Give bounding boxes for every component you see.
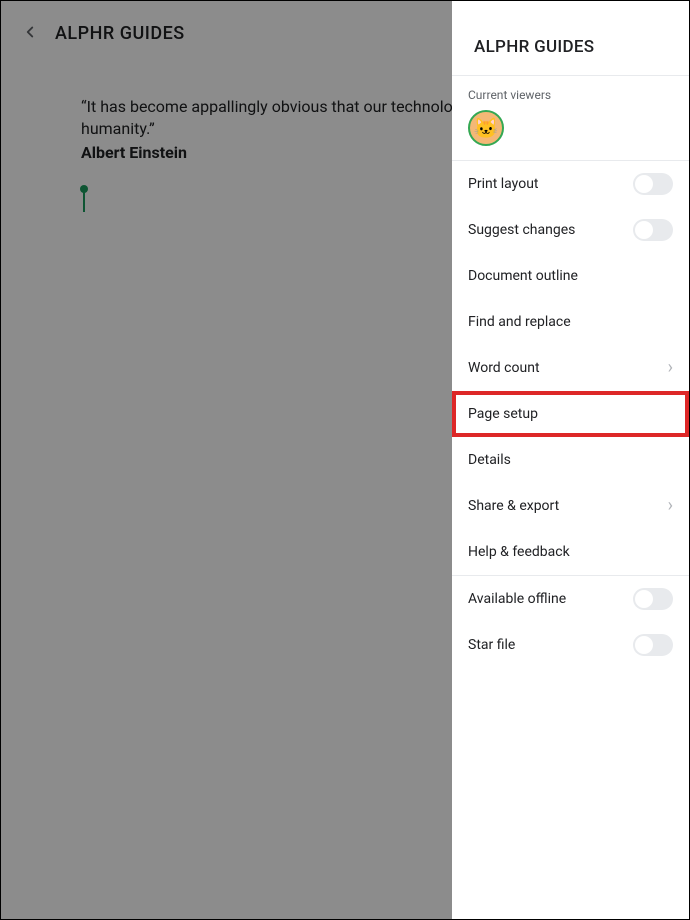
available-offline-label: Available offline (468, 591, 566, 607)
page-setup-label: Page setup (468, 406, 538, 422)
available-offline-toggle[interactable] (633, 588, 673, 610)
star-file-label: Star file (468, 637, 515, 653)
help-feedback-item[interactable]: Help & feedback (452, 529, 689, 575)
menu-section-2: Available offline Star file (452, 576, 689, 668)
available-offline-item[interactable]: Available offline (452, 576, 689, 622)
document-outline-item[interactable]: Document outline (452, 253, 689, 299)
viewers-label: Current viewers (468, 88, 673, 102)
details-item[interactable]: Details (452, 437, 689, 483)
share-export-item[interactable]: Share & export › (452, 483, 689, 529)
find-replace-item[interactable]: Find and replace (452, 299, 689, 345)
panel-header: ALPHR GUIDES (452, 1, 689, 76)
print-layout-label: Print layout (468, 176, 539, 192)
avatar-icon: 🐱 (474, 116, 499, 140)
viewers-section: Current viewers 🐱 (452, 76, 689, 161)
suggest-changes-label: Suggest changes (468, 222, 575, 238)
find-replace-label: Find and replace (468, 314, 571, 330)
print-layout-item[interactable]: Print layout (452, 161, 689, 207)
options-panel: ALPHR GUIDES Current viewers 🐱 Print lay… (452, 1, 689, 919)
page-setup-item[interactable]: Page setup (452, 391, 689, 437)
document-outline-label: Document outline (468, 268, 578, 284)
menu-section-1: Print layout Suggest changes Document ou… (452, 161, 689, 575)
avatar[interactable]: 🐱 (468, 110, 504, 146)
suggest-changes-item[interactable]: Suggest changes (452, 207, 689, 253)
suggest-changes-toggle[interactable] (633, 219, 673, 241)
details-label: Details (468, 452, 511, 468)
word-count-label: Word count (468, 360, 540, 376)
chevron-right-icon: › (668, 359, 673, 377)
word-count-item[interactable]: Word count › (452, 345, 689, 391)
panel-title: ALPHR GUIDES (474, 37, 669, 57)
print-layout-toggle[interactable] (633, 173, 673, 195)
chevron-right-icon: › (668, 497, 673, 515)
star-file-toggle[interactable] (633, 634, 673, 656)
star-file-item[interactable]: Star file (452, 622, 689, 668)
help-feedback-label: Help & feedback (468, 544, 570, 560)
share-export-label: Share & export (468, 498, 559, 514)
